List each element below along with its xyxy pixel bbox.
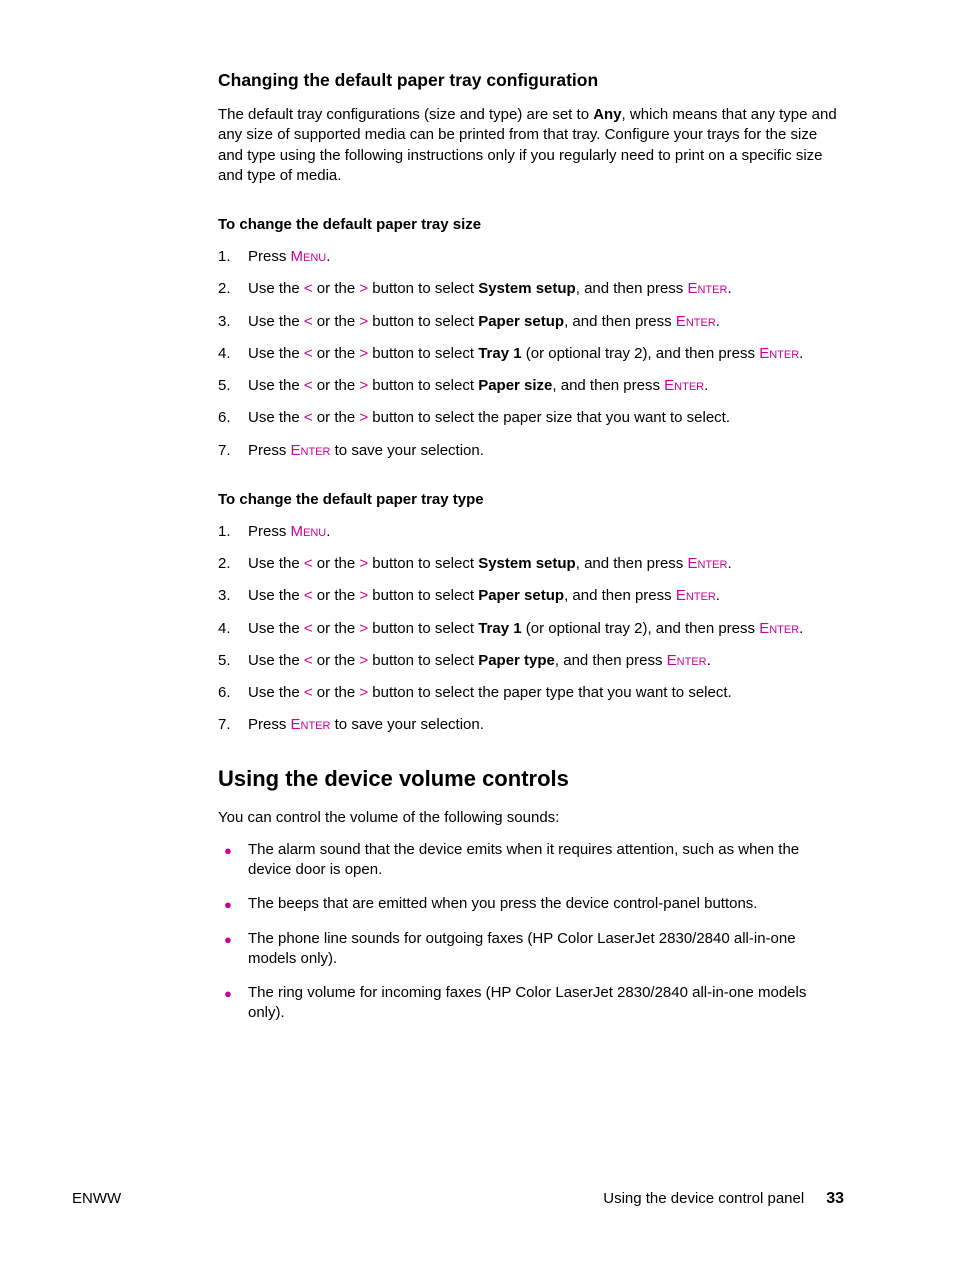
bold-term: Tray 1: [478, 345, 521, 362]
step-number: 2.: [218, 279, 231, 299]
greater-than-icon: >: [359, 620, 368, 637]
page-footer: ENWW Using the device control panel 33: [72, 1190, 844, 1208]
less-than-icon: <: [304, 587, 313, 604]
step: 5.Use the < or the > button to select Pa…: [218, 651, 844, 671]
bold-term: Paper setup: [478, 313, 564, 330]
bullet-item: The phone line sounds for outgoing faxes…: [218, 929, 844, 970]
bullet-item: The alarm sound that the device emits wh…: [218, 840, 844, 881]
step-number: 7.: [218, 715, 231, 735]
button-label: Enter: [687, 280, 727, 297]
greater-than-icon: >: [359, 587, 368, 604]
bold-term: Paper size: [478, 377, 552, 394]
step: 1.Press Menu.: [218, 247, 844, 267]
bullet-item: The ring volume for incoming faxes (HP C…: [218, 983, 844, 1024]
greater-than-icon: >: [359, 409, 368, 426]
footer-left: ENWW: [72, 1190, 121, 1207]
step: 3.Use the < or the > button to select Pa…: [218, 312, 844, 332]
step-number: 1.: [218, 247, 231, 267]
step-number: 3.: [218, 586, 231, 606]
footer-section: Using the device control panel: [603, 1190, 804, 1207]
steps-size: 1.Press Menu. 2.Use the < or the > button…: [218, 247, 844, 461]
section-heading-tray-config: Changing the default paper tray configur…: [218, 70, 844, 91]
less-than-icon: <: [304, 280, 313, 297]
step: 4.Use the < or the > button to select Tr…: [218, 619, 844, 639]
less-than-icon: <: [304, 345, 313, 362]
bold-term: Paper setup: [478, 587, 564, 604]
bold-term: Paper type: [478, 652, 555, 669]
greater-than-icon: >: [359, 345, 368, 362]
proc-heading-type: To change the default paper tray type: [218, 491, 844, 508]
button-label: Enter: [759, 345, 799, 362]
button-label: Menu: [291, 523, 327, 540]
button-label: Enter: [667, 652, 707, 669]
intro-paragraph: The default tray configurations (size an…: [218, 105, 844, 186]
step-number: 6.: [218, 408, 231, 428]
less-than-icon: <: [304, 377, 313, 394]
step-number: 2.: [218, 554, 231, 574]
step: 7.Press Enter to save your selection.: [218, 715, 844, 735]
volume-intro: You can control the volume of the follow…: [218, 808, 844, 828]
step-number: 4.: [218, 619, 231, 639]
step: 1.Press Menu.: [218, 522, 844, 542]
button-label: Enter: [291, 716, 331, 733]
button-label: Enter: [676, 587, 716, 604]
step-number: 3.: [218, 312, 231, 332]
page-body: Changing the default paper tray configur…: [0, 0, 954, 1024]
section-heading-volume: Using the device volume controls: [218, 766, 844, 792]
less-than-icon: <: [304, 313, 313, 330]
button-label: Enter: [759, 620, 799, 637]
bold-term: System setup: [478, 555, 576, 572]
less-than-icon: <: [304, 555, 313, 572]
step-number: 4.: [218, 344, 231, 364]
greater-than-icon: >: [359, 377, 368, 394]
step: 2.Use the < or the > button to select Sy…: [218, 554, 844, 574]
bold-term: System setup: [478, 280, 576, 297]
button-label: Enter: [687, 555, 727, 572]
step: 3.Use the < or the > button to select Pa…: [218, 586, 844, 606]
step-number: 5.: [218, 376, 231, 396]
step: 2.Use the < or the > button to select Sy…: [218, 279, 844, 299]
greater-than-icon: >: [359, 313, 368, 330]
less-than-icon: <: [304, 620, 313, 637]
text-bold: Any: [593, 106, 621, 123]
less-than-icon: <: [304, 409, 313, 426]
bullet-item: The beeps that are emitted when you pres…: [218, 894, 844, 914]
greater-than-icon: >: [359, 652, 368, 669]
button-label: Enter: [291, 442, 331, 459]
proc-heading-size: To change the default paper tray size: [218, 216, 844, 233]
step: 6.Use the < or the > button to select th…: [218, 683, 844, 703]
steps-type: 1.Press Menu. 2.Use the < or the > button…: [218, 522, 844, 736]
step-number: 6.: [218, 683, 231, 703]
step: 4.Use the < or the > button to select Tr…: [218, 344, 844, 364]
footer-page-number: 33: [826, 1190, 844, 1208]
less-than-icon: <: [304, 652, 313, 669]
text: The default tray configurations (size an…: [218, 106, 593, 123]
greater-than-icon: >: [359, 684, 368, 701]
bold-term: Tray 1: [478, 620, 521, 637]
button-label: Enter: [664, 377, 704, 394]
volume-bullets: The alarm sound that the device emits wh…: [218, 840, 844, 1024]
greater-than-icon: >: [359, 555, 368, 572]
less-than-icon: <: [304, 684, 313, 701]
step-number: 7.: [218, 441, 231, 461]
greater-than-icon: >: [359, 280, 368, 297]
step-number: 5.: [218, 651, 231, 671]
button-label: Enter: [676, 313, 716, 330]
button-label: Menu: [291, 248, 327, 265]
step-number: 1.: [218, 522, 231, 542]
step: 6.Use the < or the > button to select th…: [218, 408, 844, 428]
step: 5.Use the < or the > button to select Pa…: [218, 376, 844, 396]
step: 7.Press Enter to save your selection.: [218, 441, 844, 461]
